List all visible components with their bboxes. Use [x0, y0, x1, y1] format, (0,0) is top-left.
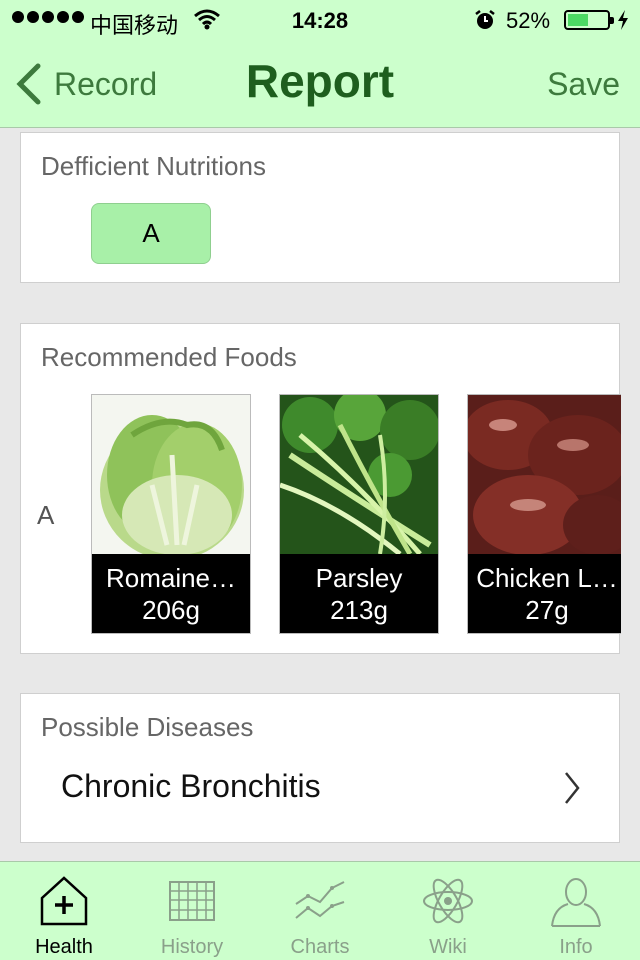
status-bar: 中国移动 14:28 52%: [0, 0, 640, 40]
recommended-foods-card: Recommended Foods A Romaine… 206g Parsle…: [20, 323, 621, 654]
food-carousel[interactable]: Romaine… 206g Parsley 213g Chicken L… 27…: [91, 394, 621, 634]
possible-diseases-card: Possible Diseases Chronic Bronchitis: [20, 693, 620, 843]
tab-history[interactable]: History: [128, 862, 256, 960]
battery-percent: 52%: [506, 8, 551, 33]
health-icon: [40, 876, 88, 926]
charts-icon: [295, 881, 345, 919]
food-caption: Romaine… 206g: [92, 554, 250, 633]
nutrient-chip[interactable]: A: [91, 203, 211, 264]
tab-label: History: [160, 936, 224, 958]
food-amount: 206g: [142, 595, 200, 625]
disease-name: Chronic Bronchitis: [61, 768, 321, 804]
food-item-chicken-liver[interactable]: Chicken L… 27g: [467, 394, 621, 634]
tab-health[interactable]: Health: [0, 862, 128, 960]
charging-bolt-icon: [616, 9, 630, 37]
tab-label: Wiki: [429, 936, 467, 958]
deficient-nutrients-heading: Defficient Nutritions: [41, 151, 266, 181]
recommended-foods-heading: Recommended Foods: [41, 342, 297, 372]
food-item-parsley[interactable]: Parsley 213g: [279, 394, 439, 634]
food-name: Romaine…: [105, 563, 237, 593]
food-item-romaine[interactable]: Romaine… 206g: [91, 394, 251, 634]
food-name: Parsley: [315, 563, 403, 593]
alarm-icon: [474, 9, 496, 37]
food-name: Chicken L…: [476, 563, 618, 593]
save-button[interactable]: Save: [547, 66, 620, 103]
tab-label: Charts: [290, 936, 350, 958]
battery-fill: [568, 14, 588, 26]
disease-row[interactable]: Chronic Bronchitis: [21, 758, 621, 828]
tab-charts[interactable]: Charts: [256, 862, 384, 960]
history-icon: [169, 881, 215, 921]
wiki-icon: [423, 878, 473, 924]
info-icon: [551, 878, 601, 927]
food-caption: Parsley 213g: [280, 554, 438, 633]
page-title: Report: [245, 55, 395, 107]
possible-diseases-heading: Possible Diseases: [41, 712, 254, 742]
food-amount: 213g: [330, 595, 388, 625]
tab-label: Health: [35, 936, 93, 958]
deficient-nutrients-card: Defficient Nutritions A: [20, 132, 620, 283]
food-caption: Chicken L… 27g: [468, 554, 621, 633]
nutrient-row-label: A: [37, 500, 55, 530]
chevron-right-icon: [565, 772, 580, 804]
food-amount: 27g: [525, 595, 569, 625]
tab-wiki[interactable]: Wiki: [384, 862, 512, 960]
parsley-image: [280, 395, 438, 554]
romaine-lettuce-image: [92, 395, 250, 554]
tab-info[interactable]: Info: [512, 862, 640, 960]
top-bar: 中国移动 14:28 52% Record Report Save: [0, 0, 640, 128]
chicken-liver-image: [468, 395, 621, 554]
tab-bar: Health History Charts Wiki Info: [0, 861, 640, 960]
tab-label: Info: [559, 936, 593, 958]
battery-icon: [564, 10, 614, 30]
